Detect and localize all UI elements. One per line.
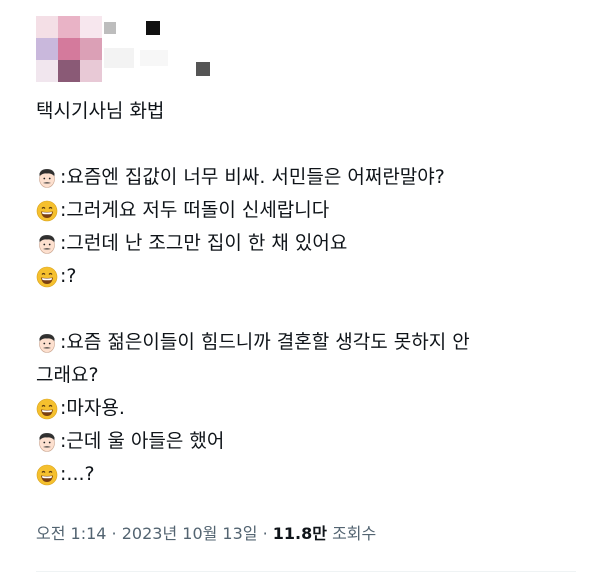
tweet-time[interactable]: 오전 1:14 (36, 524, 106, 543)
blurred-display-name[interactable] (104, 22, 116, 34)
dialogue-line: :요즘엔 집값이 너무 비싸. 서민들은 어쩌란말야? (36, 161, 576, 194)
dialogue-text: :그런데 난 조그만 집이 한 채 있어요 (60, 232, 348, 254)
dialogue-line: :근데 울 아들은 했어 (36, 425, 576, 458)
blurred-username (140, 50, 168, 66)
dialogue-line: 그래요? (36, 359, 576, 392)
dialogue-text: 그래요? (36, 364, 99, 386)
dialogue-line: :...? (36, 458, 576, 491)
tweet-meta: 오전 1:14 · 2023년 10월 13일 · 11.8만 조회수 (36, 520, 376, 544)
dialogue-text: :마자용. (60, 397, 125, 419)
man-face-icon (39, 168, 55, 188)
dialogue-text: :...? (60, 463, 95, 485)
tweet-body: 택시기사님 화법 :요즘엔 집값이 너무 비싸. 서민들은 어쩌란말야? :그러게… (36, 95, 576, 491)
views-count: 11.8만 (272, 524, 327, 543)
dialogue-line: :요즘 젊은이들이 힘드니까 결혼할 생각도 못하지 안 (36, 326, 576, 359)
blurred-badge (196, 62, 210, 76)
man-face-icon (39, 432, 55, 452)
tweet-title: 택시기사님 화법 (36, 100, 165, 122)
dialogue-text: :근데 울 아들은 했어 (60, 430, 225, 452)
meta-separator: · (106, 524, 122, 543)
grinning-face-icon (36, 200, 58, 221)
dialogue-text: :그러게요 저두 떠돌이 신세랍니다 (60, 199, 330, 221)
blurred-display-name (146, 21, 160, 35)
dialogue-text: :? (60, 265, 77, 287)
grinning-face-icon (36, 266, 58, 287)
meta-separator: · (257, 524, 273, 543)
grinning-face-icon (36, 398, 58, 419)
dialogue-line: :마자용. (36, 392, 576, 425)
dialogue-line: :? (36, 260, 576, 293)
dialogue-line: :그런데 난 조그만 집이 한 채 있어요 (36, 227, 576, 260)
tweet-date[interactable]: 2023년 10월 13일 (122, 524, 258, 543)
tweet-header (0, 0, 600, 90)
grinning-face-icon (36, 464, 58, 485)
dialogue-line: :그러게요 저두 떠돌이 신세랍니다 (36, 194, 576, 227)
divider (36, 571, 576, 572)
man-face-icon (39, 333, 55, 353)
dialogue-text: :요즘엔 집값이 너무 비싸. 서민들은 어쩌란말야? (60, 166, 445, 188)
blurred-username[interactable] (104, 48, 134, 68)
views-label: 조회수 (326, 524, 377, 543)
avatar[interactable] (36, 16, 102, 82)
man-face-icon (39, 234, 55, 254)
dialogue-text: :요즘 젊은이들이 힘드니까 결혼할 생각도 못하지 안 (60, 331, 470, 353)
